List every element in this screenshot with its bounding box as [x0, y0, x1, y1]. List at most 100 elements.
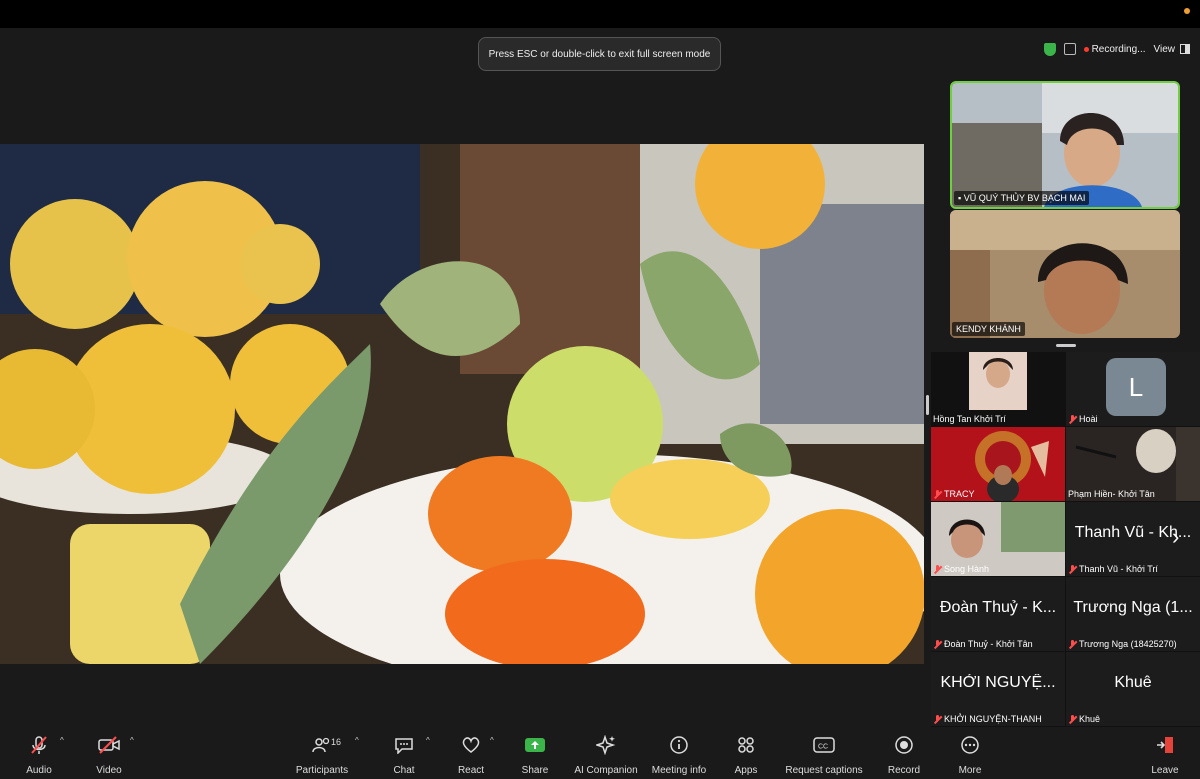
captions-label: Request captions: [785, 765, 863, 776]
muted-mic-icon: [1068, 714, 1077, 724]
muted-mic-icon: [933, 564, 942, 574]
record-button[interactable]: Record: [886, 734, 922, 776]
participant-name-tag: Đoàn Thuỷ - Khởi Tân: [933, 639, 1033, 649]
muted-mic-icon: [1068, 414, 1077, 424]
grid-icon: [1180, 44, 1190, 54]
gallery-tile[interactable]: Song Hành: [931, 502, 1065, 576]
recording-indicator[interactable]: Recording...: [1083, 43, 1146, 55]
participant-name: VŨ QUÝ THỦY BV BẠCH MAI: [963, 193, 1086, 203]
resize-handle[interactable]: [1056, 344, 1076, 347]
participant-name: Trương Nga (18425270): [1079, 639, 1177, 649]
avatar: L: [1106, 358, 1166, 416]
participant-tile[interactable]: KENDY KHÁNH: [950, 210, 1180, 338]
participant-name-tag: Song Hành: [933, 564, 989, 574]
participants-label: Participants: [295, 765, 349, 776]
participant-name: KENDY KHÁNH: [956, 324, 1021, 334]
gallery-tile[interactable]: L Hoài: [1066, 352, 1200, 426]
share-screen-icon: [522, 734, 548, 756]
participant-name: Hồng Tan Khởi Trí: [933, 414, 1006, 424]
main-video-feed[interactable]: [0, 144, 924, 664]
muted-mic-icon: [933, 489, 942, 499]
participant-display-name: Trương Nga (1...: [1073, 599, 1193, 616]
participant-name-tag: Thanh Vũ - Khởi Trí: [1068, 564, 1158, 574]
more-icon: [957, 734, 983, 756]
participant-video: [950, 210, 1180, 338]
record-dot-icon: [1083, 46, 1089, 52]
participant-tile-active-speaker[interactable]: ▪ VŨ QUÝ THỦY BV BẠCH MAI: [950, 81, 1180, 209]
chat-icon: [391, 734, 417, 756]
react-button[interactable]: React: [456, 734, 486, 776]
participant-display-name: KHỞI NGUYỆ...: [940, 674, 1056, 691]
audio-button[interactable]: Audio: [22, 734, 56, 776]
encryption-shield-icon[interactable]: [1043, 42, 1056, 56]
heart-icon: [458, 734, 484, 756]
gallery-tile[interactable]: Hồng Tan Khởi Trí: [931, 352, 1065, 426]
participant-name: Song Hành: [944, 564, 990, 574]
meeting-status-bar: Recording... View: [1043, 40, 1190, 58]
fullscreen-banner: Press ESC or double-click to exit full s…: [478, 37, 721, 71]
muted-mic-icon: [1068, 564, 1077, 574]
gallery-tile[interactable]: Đoàn Thuỷ - K... Đoàn Thuỷ - Khởi Tân: [931, 577, 1065, 651]
gallery-tile[interactable]: Phạm Hiền- Khởi Tân: [1066, 427, 1200, 501]
participant-name: Khuê: [1079, 714, 1101, 724]
recording-label: Recording...: [1091, 43, 1146, 55]
info-icon: [666, 734, 692, 756]
audio-label: Audio: [26, 765, 52, 776]
leave-button[interactable]: Leave: [1150, 734, 1180, 776]
participant-video: [952, 83, 1178, 207]
gallery-tile[interactable]: KHỞI NGUYỆ... KHỞI NGUYỆN-THANH: [931, 652, 1065, 726]
participant-display-name: Đoàn Thuỷ - K...: [939, 599, 1057, 616]
participant-name-tag: ▪ VŨ QUÝ THỦY BV BẠCH MAI: [954, 191, 1090, 205]
video-label: Video: [96, 765, 122, 776]
share-label: Share: [521, 765, 549, 776]
gallery-tile[interactable]: Khuê Khuê: [1066, 652, 1200, 726]
record-label: Record: [887, 765, 921, 776]
react-options-caret-icon[interactable]: ^: [490, 736, 494, 745]
participant-gallery: Hồng Tan Khởi Trí L Hoài TRACY Phạm Hiền…: [931, 352, 1200, 727]
participant-name-tag: KHỞI NGUYỆN-THANH: [933, 714, 1042, 724]
participants-options-caret-icon[interactable]: ^: [355, 736, 359, 745]
request-captions-button[interactable]: CC Request captions: [783, 734, 865, 776]
participant-name-tag: Hoài: [1068, 414, 1098, 424]
next-page-arrow-icon[interactable]: ›: [1172, 526, 1186, 548]
record-icon: [891, 734, 917, 756]
window-top-strip: [0, 0, 1200, 28]
participant-name: Phạm Hiền- Khởi Tân: [1068, 489, 1155, 499]
participant-name: Thanh Vũ - Khởi Trí: [1079, 564, 1158, 574]
svg-text:CC: CC: [818, 744, 828, 751]
participants-count: 16: [331, 737, 342, 747]
video-button[interactable]: Video: [92, 734, 126, 776]
ai-companion-button[interactable]: AI Companion: [573, 734, 639, 776]
meeting-info-label: Meeting info: [651, 765, 707, 776]
view-options-icon[interactable]: [1063, 43, 1076, 55]
meeting-toolbar: Audio ^ Video ^ 16 Participants ^ Chat ^…: [0, 728, 1200, 779]
apps-icon: [733, 734, 759, 756]
view-button[interactable]: View: [1153, 43, 1190, 55]
video-options-caret-icon[interactable]: ^: [130, 736, 134, 745]
chat-options-caret-icon[interactable]: ^: [426, 736, 430, 745]
participant-name: Hoài: [1079, 414, 1098, 424]
audio-options-caret-icon[interactable]: ^: [60, 736, 64, 745]
participant-name-tag: Khuê: [1068, 714, 1100, 724]
muted-mic-icon: [26, 734, 52, 756]
muted-mic-icon: [1068, 639, 1077, 649]
chat-label: Chat: [393, 765, 415, 776]
share-button[interactable]: Share: [520, 734, 550, 776]
ai-companion-label: AI Companion: [574, 765, 638, 776]
leave-label: Leave: [1151, 765, 1179, 776]
chat-button[interactable]: Chat: [390, 734, 418, 776]
sparkle-icon: [593, 734, 619, 756]
participant-name-tag: Phạm Hiền- Khởi Tân: [1068, 489, 1155, 499]
apps-button[interactable]: Apps: [731, 734, 761, 776]
gallery-tile[interactable]: Trương Nga (1... Trương Nga (18425270): [1066, 577, 1200, 651]
participant-display-name: Khuê: [1114, 674, 1152, 691]
pin-icon: ▪: [958, 193, 962, 203]
more-label: More: [958, 765, 982, 776]
more-button[interactable]: More: [955, 734, 985, 776]
meeting-info-button[interactable]: Meeting info: [650, 734, 708, 776]
participants-button[interactable]: 16 Participants: [293, 734, 351, 776]
gallery-tile[interactable]: TRACY: [931, 427, 1065, 501]
fruit-video-frame: [0, 144, 924, 664]
view-label: View: [1153, 43, 1176, 55]
split-handle[interactable]: [926, 395, 929, 415]
